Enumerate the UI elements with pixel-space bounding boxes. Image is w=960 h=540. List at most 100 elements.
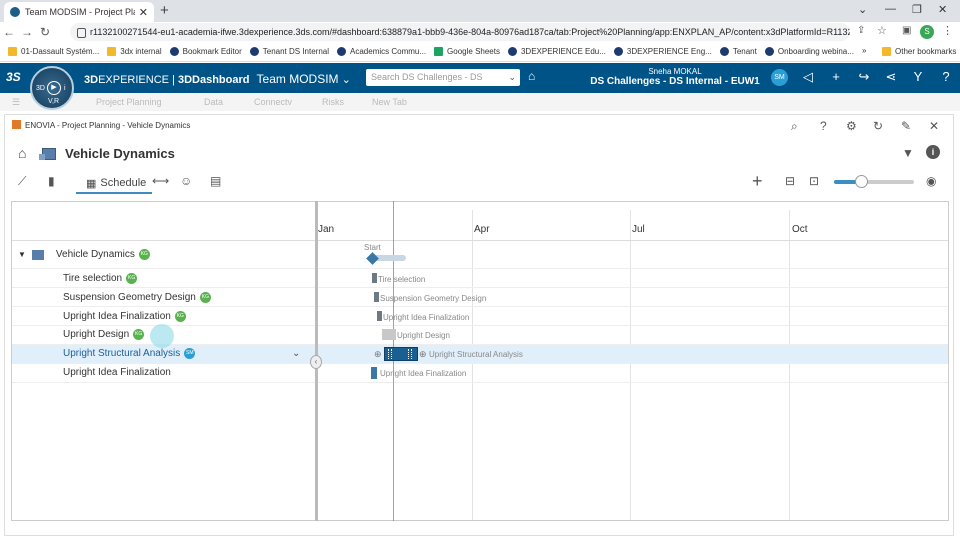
task-label[interactable]: Upright Design KG xyxy=(63,329,145,340)
task-label[interactable]: Upright Idea Finalization xyxy=(63,367,171,378)
forward-icon[interactable]: → xyxy=(18,25,36,39)
column-icon[interactable]: ⊟ xyxy=(785,174,795,188)
globe-icon xyxy=(337,47,347,56)
task-pin-icon[interactable] xyxy=(372,273,377,283)
task-bar[interactable] xyxy=(382,329,396,340)
chevron-down-icon[interactable]: ⌄ xyxy=(342,74,351,86)
star-icon[interactable]: ☆ xyxy=(877,24,887,37)
profile-avatar[interactable]: S xyxy=(920,25,934,39)
other-bookmarks[interactable]: Other bookmarks xyxy=(882,47,956,56)
add-task-icon[interactable]: + xyxy=(752,171,763,192)
bookmark-item[interactable]: Tenant DS Internal xyxy=(249,47,329,56)
share-icon[interactable]: ↪ xyxy=(856,69,872,86)
more-bookmarks-icon[interactable]: » xyxy=(862,46,866,55)
pin-icon[interactable]: ✎ xyxy=(901,119,911,133)
collapse-pane-icon[interactable]: ‹ xyxy=(310,355,322,369)
bookmark-item[interactable]: Bookmark Editor xyxy=(169,47,242,56)
members-icon[interactable]: ☺ xyxy=(180,174,192,188)
chevron-down-icon[interactable]: ⌄ xyxy=(508,69,516,86)
platform-brand[interactable]: 3DEXPERIENCE | 3DDashboard Team MODSIM ⌄ xyxy=(84,72,351,86)
compass-widget[interactable]: 3D ▶ i V,R xyxy=(30,66,74,110)
back-icon[interactable]: ← xyxy=(0,25,18,39)
tab-risks[interactable]: Risks xyxy=(322,97,344,107)
add-icon[interactable]: ⊕ xyxy=(374,349,382,360)
home-icon[interactable]: ⌂ xyxy=(18,145,26,161)
eye-icon[interactable]: ◉ xyxy=(926,174,936,188)
user-info[interactable]: Sneha MOKAL DS Challenges - DS Internal … xyxy=(590,67,760,87)
add-icon[interactable]: + xyxy=(828,69,844,86)
info-icon[interactable]: i xyxy=(926,145,940,159)
tab-schedule[interactable]: ▦ Schedule xyxy=(76,174,153,194)
document-icon[interactable]: ▤ xyxy=(210,174,221,188)
tag-icon[interactable]: ⌂ xyxy=(528,69,535,83)
minimize-icon[interactable]: — xyxy=(885,3,896,15)
add-icon[interactable]: ⊕ xyxy=(419,349,427,360)
tab-connectv[interactable]: Connectv xyxy=(254,97,292,107)
resize-handle-icon[interactable] xyxy=(388,349,392,359)
bookmark-item[interactable]: Onboarding webina... xyxy=(764,47,854,56)
url-field[interactable]: r1132100271544-eu1-academia-ifwe.3dexper… xyxy=(70,23,850,41)
root-row-label[interactable]: ▼ Vehicle Dynamics KG xyxy=(18,249,150,260)
bookmark-item[interactable]: Tenant xyxy=(719,47,757,56)
bookmark-item[interactable]: Academics Commu... xyxy=(337,47,426,56)
tab-new[interactable]: New Tab xyxy=(372,97,407,107)
assignee-badge: KG xyxy=(126,273,138,284)
bookmark-item[interactable]: 3DEXPERIENCE Edu... xyxy=(507,47,606,56)
bookmark-item[interactable]: 3dx internal xyxy=(107,47,162,56)
tab-project-planning[interactable]: Project Planning xyxy=(96,97,162,107)
task-bar[interactable] xyxy=(371,367,377,379)
bookmark-item[interactable]: Google Sheets xyxy=(434,47,500,56)
fit-icon[interactable]: ⊡ xyxy=(809,174,819,188)
share-icon[interactable]: ⇪ xyxy=(857,25,865,36)
chevron-down-icon[interactable]: ⌄ xyxy=(292,348,300,359)
search-input[interactable]: Search DS Challenges - DS ⌄ xyxy=(366,69,520,86)
new-tab-button[interactable]: + xyxy=(160,2,169,19)
dependency-icon[interactable]: ⟷ xyxy=(152,174,169,188)
network-icon[interactable]: ⋖ xyxy=(883,69,899,86)
gear-icon[interactable]: ⚙ xyxy=(846,119,857,133)
play-icon[interactable]: ▶ xyxy=(47,81,61,95)
clipboard-icon[interactable]: ▮ xyxy=(48,174,55,188)
today-line xyxy=(393,201,394,521)
tab-data[interactable]: Data xyxy=(204,97,223,107)
task-pin-icon[interactable] xyxy=(374,292,379,302)
expand-icon[interactable]: ▼ xyxy=(18,250,26,259)
task-bar-label: Tire selection xyxy=(378,275,426,284)
help-icon[interactable]: ? xyxy=(938,69,954,86)
table-row[interactable] xyxy=(12,244,948,269)
globe-icon xyxy=(169,47,179,56)
help-icon[interactable]: ? xyxy=(820,119,827,133)
menu-icon[interactable]: ☰ xyxy=(12,97,20,108)
brand-3d: 3D xyxy=(84,74,99,86)
tools-icon[interactable]: Y xyxy=(910,69,926,86)
chart-icon[interactable]: ⟋ xyxy=(18,174,26,189)
bookmark-item[interactable]: 3DEXPERIENCE Eng... xyxy=(613,47,712,56)
task-label[interactable]: Upright Idea Finalization KG xyxy=(63,311,186,322)
task-bar-label: Suspension Geometry Design xyxy=(380,294,487,303)
notification-icon[interactable]: ◁ xyxy=(800,69,816,86)
menu-icon[interactable]: ⋮ xyxy=(942,24,953,37)
refresh-icon[interactable]: ↻ xyxy=(873,119,883,133)
reload-icon[interactable]: ↻ xyxy=(36,25,54,39)
browser-tab[interactable]: Team MODSIM - Project Planning ✕ xyxy=(4,2,154,22)
ds-icon xyxy=(764,47,774,56)
close-window-icon[interactable]: ✕ xyxy=(938,3,947,16)
maximize-icon[interactable]: ❐ xyxy=(912,3,922,16)
sidebar-icon[interactable]: ▣ xyxy=(902,25,911,36)
task-label[interactable]: Upright Structural Analysis SM xyxy=(63,348,196,359)
task-pin-icon[interactable] xyxy=(377,311,382,321)
resize-handle-icon[interactable] xyxy=(408,349,412,359)
bookmark-item[interactable]: 01-Dassault Systém... xyxy=(8,47,99,56)
search-icon[interactable]: ⌕ xyxy=(791,119,798,134)
filter-icon[interactable]: ▼ xyxy=(902,146,914,160)
table-row[interactable] xyxy=(12,269,948,288)
zoom-slider-handle[interactable] xyxy=(855,175,868,188)
user-avatar[interactable]: SM xyxy=(771,69,788,86)
close-icon[interactable]: ✕ xyxy=(929,119,939,133)
collapse-icon[interactable]: ⌄ xyxy=(858,3,867,16)
compass-3d: 3D xyxy=(36,85,45,92)
task-label[interactable]: Suspension Geometry Design KG xyxy=(63,292,211,303)
close-tab-icon[interactable]: ✕ xyxy=(139,6,148,19)
brand-experience: EXPERIENCE | xyxy=(98,74,178,86)
task-label[interactable]: Tire selection KG xyxy=(63,273,138,284)
